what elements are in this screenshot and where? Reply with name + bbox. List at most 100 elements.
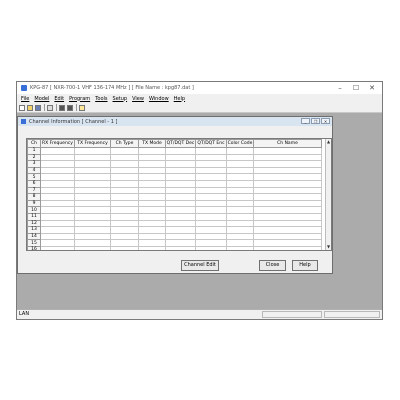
table-cell[interactable] <box>253 153 322 162</box>
table-cell[interactable] <box>253 239 322 247</box>
table-row[interactable]: 4 <box>27 166 322 175</box>
table-cell[interactable] <box>226 226 254 234</box>
vertical-scrollbar[interactable]: ▲ ▼ <box>325 139 331 250</box>
table-cell[interactable] <box>110 173 139 181</box>
menu-model[interactable]: Model <box>34 96 49 102</box>
table-cell[interactable] <box>74 239 111 247</box>
table-cell[interactable] <box>226 186 254 195</box>
table-cell[interactable] <box>138 173 166 181</box>
table-cell[interactable] <box>74 173 111 181</box>
channel-number-cell[interactable]: 16 <box>27 245 41 250</box>
table-cell[interactable] <box>40 212 75 221</box>
table-cell[interactable] <box>195 166 227 175</box>
save-icon[interactable] <box>35 104 41 111</box>
table-cell[interactable] <box>195 206 227 214</box>
table-cell[interactable] <box>195 239 227 247</box>
child-close-button[interactable]: ✕ <box>321 118 330 124</box>
table-cell[interactable] <box>165 147 196 155</box>
channel-number-cell[interactable]: 14 <box>27 232 41 241</box>
table-row[interactable]: 10 <box>27 206 322 214</box>
table-cell[interactable] <box>110 153 139 162</box>
table-cell[interactable] <box>74 186 111 195</box>
table-cell[interactable] <box>110 160 139 168</box>
table-row[interactable]: 3 <box>27 160 322 168</box>
table-cell[interactable] <box>226 239 254 247</box>
channel-number-cell[interactable]: 7 <box>27 186 41 195</box>
column-header-qt-dqt-enc[interactable]: QT/DQT Enc <box>195 139 227 148</box>
table-cell[interactable] <box>138 160 166 168</box>
channel-number-cell[interactable]: 2 <box>27 153 41 162</box>
table-cell[interactable] <box>195 147 227 155</box>
table-cell[interactable] <box>138 193 166 201</box>
table-cell[interactable] <box>138 153 166 162</box>
table-cell[interactable] <box>110 239 139 247</box>
table-cell[interactable] <box>165 166 196 175</box>
table-cell[interactable] <box>226 173 254 181</box>
close-window-button[interactable]: ✕ <box>364 82 380 94</box>
table-cell[interactable] <box>165 239 196 247</box>
table-cell[interactable] <box>74 212 111 221</box>
table-cell[interactable] <box>110 232 139 241</box>
table-cell[interactable] <box>138 199 166 208</box>
help-button[interactable]: Help <box>292 260 318 271</box>
table-cell[interactable] <box>74 166 111 175</box>
channel-number-cell[interactable]: 3 <box>27 160 41 168</box>
table-cell[interactable] <box>195 232 227 241</box>
table-cell[interactable] <box>226 199 254 208</box>
table-cell[interactable] <box>40 219 75 228</box>
table-cell[interactable] <box>226 193 254 201</box>
column-header-ch-name[interactable]: Ch Name <box>253 139 322 148</box>
read-radio-icon[interactable] <box>59 104 65 111</box>
table-cell[interactable] <box>165 232 196 241</box>
table-cell[interactable] <box>253 173 322 181</box>
child-restore-button[interactable]: ❐ <box>311 118 320 124</box>
table-cell[interactable] <box>253 219 322 228</box>
channel-edit-button[interactable]: Channel Edit <box>181 260 219 271</box>
menu-help[interactable]: Help <box>174 96 185 102</box>
table-row[interactable]: 5 <box>27 173 322 181</box>
table-row[interactable]: 8 <box>27 193 322 201</box>
channel-number-cell[interactable]: 12 <box>27 219 41 228</box>
open-file-icon[interactable] <box>27 104 33 111</box>
table-cell[interactable] <box>253 226 322 234</box>
table-cell[interactable] <box>165 199 196 208</box>
table-row[interactable]: 6 <box>27 179 322 188</box>
channel-number-cell[interactable]: 9 <box>27 199 41 208</box>
channel-number-cell[interactable]: 8 <box>27 193 41 201</box>
table-cell[interactable] <box>74 226 111 234</box>
table-cell[interactable] <box>40 147 75 155</box>
table-cell[interactable] <box>195 245 227 250</box>
channel-number-cell[interactable]: 10 <box>27 206 41 214</box>
column-header-qt-dqt-dec[interactable]: QT/DQT Dec <box>165 139 196 148</box>
table-cell[interactable] <box>165 212 196 221</box>
scroll-down-icon[interactable]: ▼ <box>326 244 331 250</box>
maximize-button[interactable]: ☐ <box>348 82 364 94</box>
table-cell[interactable] <box>110 193 139 201</box>
table-cell[interactable] <box>110 206 139 214</box>
table-cell[interactable] <box>226 153 254 162</box>
table-cell[interactable] <box>253 179 322 188</box>
table-cell[interactable] <box>74 219 111 228</box>
column-header-tx-frequency[interactable]: TX Frequency <box>74 139 111 148</box>
table-cell[interactable] <box>253 193 322 201</box>
table-cell[interactable] <box>40 166 75 175</box>
table-row[interactable]: 15 <box>27 239 322 247</box>
table-cell[interactable] <box>226 232 254 241</box>
column-header-rx-frequency[interactable]: RX Frequency <box>40 139 75 148</box>
table-cell[interactable] <box>165 226 196 234</box>
table-cell[interactable] <box>226 212 254 221</box>
menu-edit[interactable]: Edit <box>54 96 64 102</box>
table-row[interactable]: 7 <box>27 186 322 195</box>
table-cell[interactable] <box>195 173 227 181</box>
table-cell[interactable] <box>40 153 75 162</box>
table-cell[interactable] <box>74 147 111 155</box>
table-cell[interactable] <box>138 186 166 195</box>
table-row[interactable]: 12 <box>27 219 322 228</box>
channel-number-cell[interactable]: 6 <box>27 179 41 188</box>
table-cell[interactable] <box>138 147 166 155</box>
table-cell[interactable] <box>74 193 111 201</box>
table-cell[interactable] <box>40 226 75 234</box>
table-cell[interactable] <box>40 160 75 168</box>
table-cell[interactable] <box>253 147 322 155</box>
table-cell[interactable] <box>40 239 75 247</box>
